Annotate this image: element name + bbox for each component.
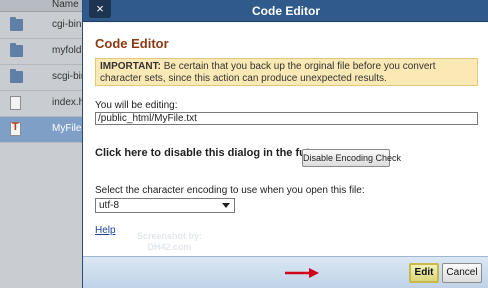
encoding-selected-value: utf-8 [99, 200, 120, 211]
warning-label: IMPORTANT: [100, 61, 161, 72]
cancel-button[interactable]: Cancel [442, 263, 482, 283]
red-arrow-icon [285, 268, 319, 278]
watermark-line: DH42.com [147, 242, 192, 252]
editing-label: You will be editing: [95, 100, 178, 111]
folder-icon [10, 69, 23, 83]
file-manager-background: Name cgi-bin myfolder scgi-bin index.h t m… [0, 0, 90, 288]
file-row-selected[interactable]: MyFile.txt [0, 117, 90, 143]
dialog-title: Code Editor [252, 4, 320, 18]
warning-box: IMPORTANT: Be certain that you back up t… [95, 58, 478, 86]
dialog-heading: Code Editor [95, 36, 169, 51]
dialog-body: Code Editor IMPORTANT: Be certain that y… [83, 23, 488, 256]
file-row[interactable]: cgi-bin [0, 13, 90, 39]
encoding-select[interactable]: utf-8 [95, 198, 235, 213]
code-editor-dialog: Code Editor × Code Editor IMPORTANT: Be … [82, 0, 488, 288]
folder-icon [10, 17, 23, 31]
file-row[interactable]: myfolder [0, 39, 90, 65]
watermark-line: Screenshot by: [137, 231, 203, 241]
name-column-header: Name [52, 0, 79, 10]
text-file-icon [10, 121, 21, 136]
chevron-down-icon [222, 203, 230, 208]
encoding-label: Select the character encoding to use whe… [95, 185, 365, 196]
watermark: Screenshot by: DH42.com [137, 231, 202, 253]
dialog-titlebar: Code Editor × [83, 0, 488, 22]
file-path-field[interactable]: /public_html/MyFile.txt [95, 112, 478, 125]
disable-encoding-check-button[interactable]: Disable Encoding Check [302, 149, 401, 167]
file-row[interactable]: scgi-bin [0, 65, 90, 91]
close-button[interactable]: × [89, 0, 111, 18]
html-file-icon [10, 96, 21, 110]
file-row[interactable]: index.html [0, 91, 90, 117]
edit-button[interactable]: Edit [409, 263, 439, 283]
file-list-header: Name [0, 0, 90, 12]
folder-icon [10, 43, 23, 57]
disable-dialog-text: Click here to disable this dialog in the… [95, 147, 330, 159]
help-link[interactable]: Help [95, 225, 116, 236]
